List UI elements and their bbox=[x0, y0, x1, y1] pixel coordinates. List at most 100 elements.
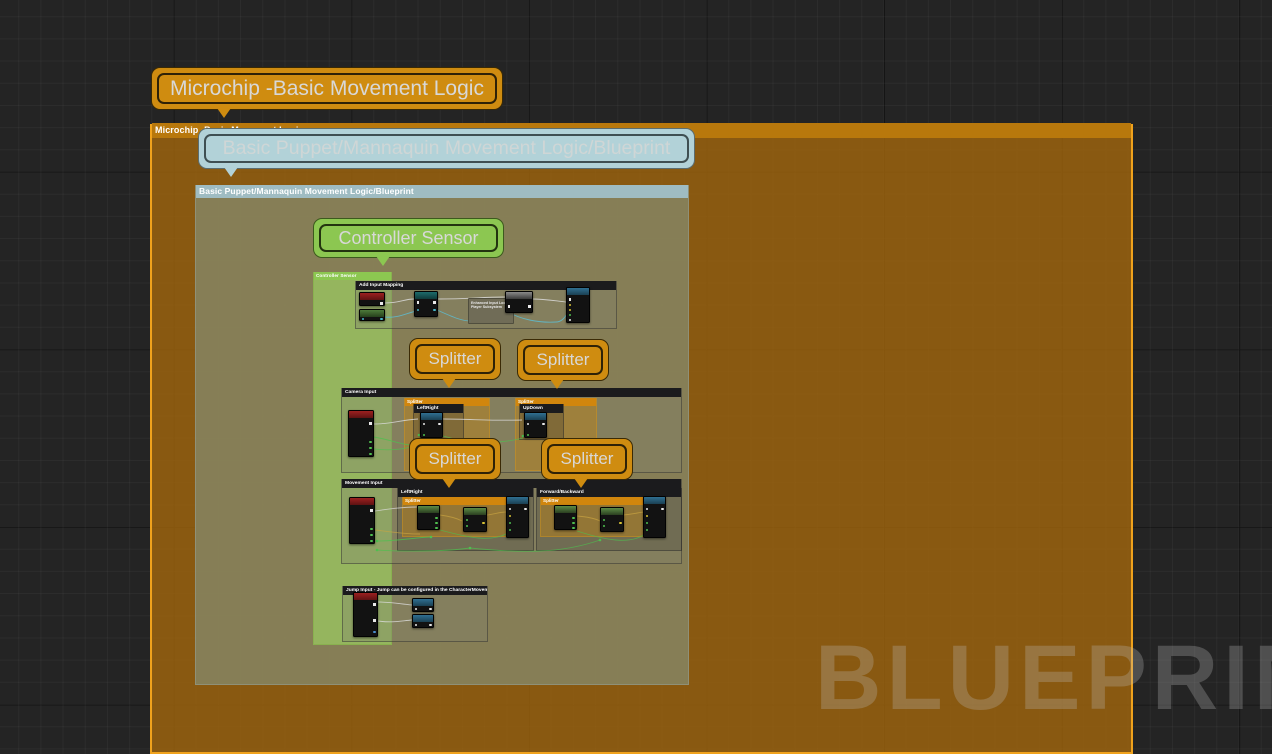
node-pin-exec-in[interactable] bbox=[414, 624, 417, 627]
node-pin-exec-in[interactable] bbox=[416, 301, 419, 304]
node-pin-value-4[interactable] bbox=[568, 319, 571, 322]
node-move-forward-a[interactable] bbox=[554, 505, 577, 530]
node-cast-to-player-controller[interactable] bbox=[414, 291, 438, 317]
bubble-tail bbox=[550, 379, 564, 389]
bubble-splitter-movement-2[interactable]: Splitter bbox=[541, 438, 633, 488]
blueprint-canvas[interactable]: Microchip -Basic Movement Logic Basic Pu… bbox=[0, 0, 1272, 754]
node-pin-object-out[interactable] bbox=[433, 309, 436, 312]
node-pin-value-2[interactable] bbox=[645, 522, 648, 525]
node-pin-in[interactable] bbox=[422, 423, 425, 426]
node-pin-axis-2[interactable] bbox=[370, 534, 373, 537]
node-pin-out-2[interactable] bbox=[435, 522, 438, 525]
node-pin-out[interactable] bbox=[438, 423, 441, 426]
node-pin-out-2[interactable] bbox=[572, 522, 575, 525]
node-pin-value[interactable] bbox=[422, 434, 425, 437]
node-stop-jumping[interactable] bbox=[412, 614, 434, 628]
node-pin-out-1[interactable] bbox=[482, 522, 485, 525]
node-pin-exec-in[interactable] bbox=[414, 608, 417, 611]
node-pin-axis-1[interactable] bbox=[369, 441, 372, 444]
node-pin-exec-out-1[interactable] bbox=[373, 603, 376, 606]
node-jump[interactable] bbox=[412, 598, 434, 612]
node-move-leftright-b[interactable] bbox=[463, 507, 487, 532]
node-add-movement-input-forward[interactable] bbox=[643, 496, 666, 538]
node-pin-in[interactable] bbox=[526, 423, 529, 426]
node-header bbox=[415, 292, 437, 299]
node-add-movement-input-leftright[interactable] bbox=[506, 496, 529, 538]
node-pin-axis-2[interactable] bbox=[369, 447, 372, 450]
node-pin-out-1[interactable] bbox=[619, 522, 622, 525]
node-camera-leftright-split[interactable] bbox=[420, 412, 443, 438]
node-pin-out-3[interactable] bbox=[572, 527, 575, 529]
node-pin-axis-3[interactable] bbox=[369, 453, 372, 456]
node-pin-object-out[interactable] bbox=[380, 318, 383, 320]
node-pin-exec-out[interactable] bbox=[661, 508, 664, 511]
node-pin-axis-3[interactable] bbox=[370, 540, 373, 543]
node-pin-exec-out[interactable] bbox=[369, 422, 372, 425]
bubble-splitter-label: Splitter bbox=[523, 345, 603, 375]
node-pin-object-in[interactable] bbox=[361, 318, 364, 320]
node-pin-in-2[interactable] bbox=[602, 525, 605, 528]
node-move-leftright-a[interactable] bbox=[417, 505, 440, 530]
node-pin-in-1[interactable] bbox=[465, 519, 468, 522]
node-jump-input-action[interactable] bbox=[353, 592, 378, 637]
node-pin-exec-out[interactable] bbox=[524, 508, 527, 511]
node-pin-value-1[interactable] bbox=[645, 515, 648, 518]
bubble-splitter-label: Splitter bbox=[415, 344, 495, 374]
node-pin-exec-out[interactable] bbox=[380, 302, 383, 305]
node-pin-object-in[interactable] bbox=[416, 309, 419, 312]
node-get-subsystem[interactable] bbox=[505, 291, 533, 313]
node-pin-exec-in[interactable] bbox=[645, 508, 648, 511]
node-pin-in-2[interactable] bbox=[465, 525, 468, 528]
node-pin-out-1[interactable] bbox=[435, 517, 438, 520]
node-pin-value-1[interactable] bbox=[568, 304, 571, 307]
splitter-group-title: Splitter bbox=[541, 497, 646, 505]
node-pin-out-1[interactable] bbox=[572, 517, 575, 520]
node-pin-exec-out[interactable] bbox=[429, 624, 432, 627]
bubble-basic-puppet[interactable]: Basic Puppet/Mannaquin Movement Logic/Bl… bbox=[198, 128, 695, 177]
node-pin-out-3[interactable] bbox=[435, 527, 438, 529]
node-pin-value[interactable] bbox=[373, 631, 376, 634]
node-header bbox=[349, 411, 373, 418]
node-pin-in-1[interactable] bbox=[602, 519, 605, 522]
node-header bbox=[506, 292, 532, 299]
node-camera-input-action[interactable] bbox=[348, 410, 374, 457]
node-pin-axis-1[interactable] bbox=[370, 528, 373, 531]
bubble-tail bbox=[224, 167, 238, 177]
node-pin-exec-in[interactable] bbox=[507, 305, 510, 308]
node-pin-value-1[interactable] bbox=[508, 515, 511, 518]
node-pin-value-3[interactable] bbox=[508, 529, 511, 532]
bubble-splitter-movement-1[interactable]: Splitter bbox=[409, 438, 501, 488]
node-header bbox=[644, 497, 665, 504]
node-movement-input-action[interactable] bbox=[349, 497, 375, 544]
node-event-begin-play[interactable] bbox=[359, 292, 385, 306]
bubble-splitter-camera-1[interactable]: Splitter bbox=[409, 338, 501, 388]
node-pin-exec-out[interactable] bbox=[433, 301, 436, 304]
node-header bbox=[507, 497, 528, 504]
node-pin-exec-out[interactable] bbox=[528, 305, 531, 308]
node-add-mapping-context[interactable] bbox=[566, 287, 590, 323]
node-pin-value[interactable] bbox=[526, 434, 529, 437]
node-pin-value-3[interactable] bbox=[568, 314, 571, 317]
bubble-tail bbox=[442, 478, 456, 488]
node-get-controller[interactable] bbox=[359, 309, 385, 321]
node-pin-exec-out-2[interactable] bbox=[373, 619, 376, 622]
bubble-controller-sensor[interactable]: Controller Sensor bbox=[313, 218, 504, 266]
node-pin-exec-in[interactable] bbox=[508, 508, 511, 511]
bubble-tail bbox=[442, 378, 456, 388]
node-pin-value-2[interactable] bbox=[508, 522, 511, 525]
node-header bbox=[360, 293, 384, 300]
node-pin-exec-out[interactable] bbox=[429, 608, 432, 611]
node-pin-value-3[interactable] bbox=[645, 529, 648, 532]
node-move-forward-b[interactable] bbox=[600, 507, 624, 532]
node-pin-exec-in[interactable] bbox=[568, 298, 571, 301]
bubble-microchip[interactable]: Microchip -Basic Movement Logic bbox=[151, 67, 503, 118]
node-header bbox=[567, 288, 589, 295]
node-pin-out[interactable] bbox=[542, 423, 545, 426]
node-pin-exec-out[interactable] bbox=[370, 509, 373, 512]
node-pin-value-2[interactable] bbox=[568, 309, 571, 312]
node-header bbox=[464, 508, 486, 515]
bubble-tail bbox=[376, 256, 390, 266]
bubble-splitter-label: Splitter bbox=[547, 444, 627, 474]
node-camera-updown-split[interactable] bbox=[524, 412, 547, 438]
bubble-splitter-camera-2[interactable]: Splitter bbox=[517, 339, 609, 389]
